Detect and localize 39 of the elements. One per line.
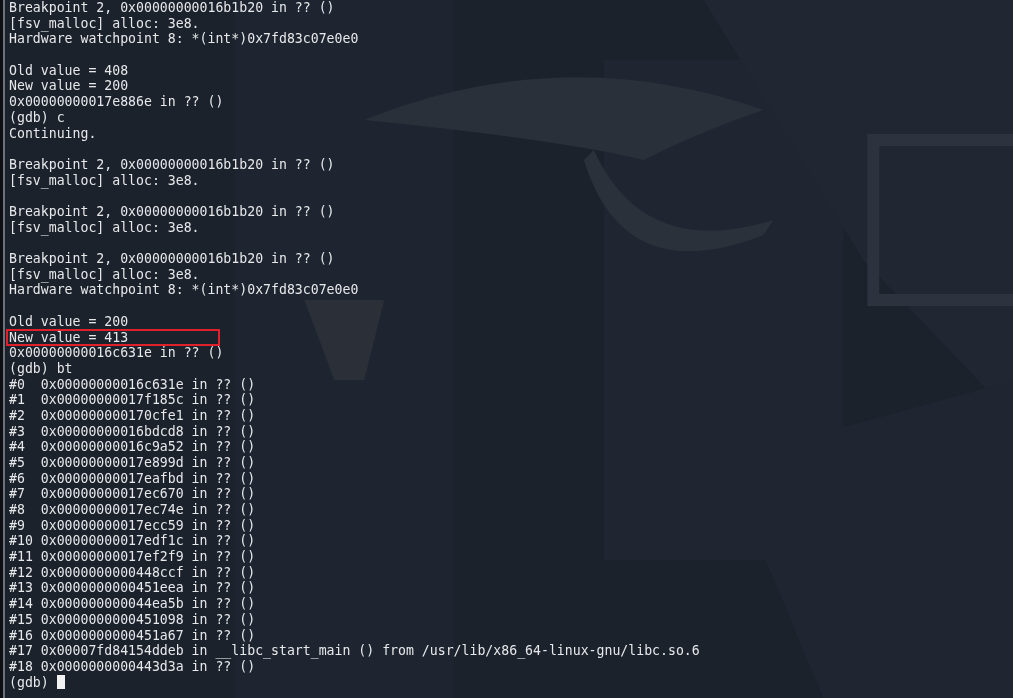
terminal-line: #1 0x00000000017f185c in ?? () <box>9 392 256 408</box>
terminal-line: Hardware watchpoint 8: *(int*)0x7fd83c07e0e0 <box>9 31 359 48</box>
terminal-line: #7 0x00000000017ec670 in ?? () <box>9 486 256 502</box>
terminal-line: Hardware watchpoint 8: *(int*)0x7fd83c07e0e0 <box>9 282 359 299</box>
terminal-line: #16 0x0000000000451a67 in ?? () <box>9 627 256 644</box>
terminal-line: #3 0x00000000016bdcd8 in ?? () <box>9 423 256 440</box>
terminal-line: #2 0x000000000170cfe1 in ?? () <box>9 407 256 424</box>
terminal-line: 0x00000000017e886e in ?? () <box>9 94 224 110</box>
terminal-line: Breakpoint 2, 0x00000000016b1b20 in ?? () <box>9 203 335 220</box>
terminal-line: [fsv_malloc] alloc: 3e8. <box>9 219 200 236</box>
command-prompt: (gdb) <box>9 674 49 691</box>
terminal-line: Continuing. <box>9 125 97 142</box>
terminal-line: [fsv_malloc] alloc: 3e8. <box>9 15 200 32</box>
terminal-line: #10 0x00000000017edf1c in ?? () <box>9 533 256 550</box>
terminal-line: #14 0x000000000044ea5b in ?? () <box>9 596 256 612</box>
terminal-line: Breakpoint 2, 0x00000000016b1b20 in ?? () <box>9 0 335 16</box>
terminal-line: #4 0x00000000016c9a52 in ?? () <box>9 439 256 455</box>
terminal-line: #9 0x00000000017ecc59 in ?? () <box>9 517 256 534</box>
terminal-line: Breakpoint 2, 0x00000000016b1b20 in ?? () <box>9 251 335 267</box>
terminal-line: #5 0x00000000017e899d in ?? () <box>9 454 256 471</box>
terminal-line: (gdb) bt <box>9 360 73 377</box>
terminal-line: #6 0x00000000017eafbd in ?? () <box>9 470 256 487</box>
terminal-line: #0 0x00000000016c631e in ?? () <box>9 376 256 393</box>
terminal-line: [fsv_malloc] alloc: 3e8. <box>9 266 200 283</box>
terminal-line: [fsv_malloc] alloc: 3e8. <box>9 172 200 189</box>
terminal-line: #15 0x0000000000451098 in ?? () <box>9 611 256 628</box>
terminal-line: #8 0x00000000017ec74e in ?? () <box>9 502 256 518</box>
terminal-line: New value = 200 <box>9 78 129 95</box>
cursor-icon <box>56 675 65 690</box>
terminal-line: #11 0x00000000017ef2f9 in ?? () <box>9 549 256 565</box>
terminal-line: #12 0x0000000000448ccf in ?? () <box>9 564 256 581</box>
terminal-line: Old value = 408 <box>9 62 129 79</box>
terminal-line: #18 0x0000000000443d3a in ?? () <box>9 658 256 675</box>
terminal-line: #13 0x0000000000451eea in ?? () <box>9 580 256 597</box>
terminal-line: #17 0x00007fd84154ddeb in __libc_start_main () from /usr/lib/x86_64-linux-gnu/libc.so.6 <box>9 643 700 659</box>
terminal-line: 0x00000000016c631e in ?? () <box>9 345 224 361</box>
terminal-line: (gdb) c <box>9 109 65 126</box>
terminal-line: Old value = 200 <box>9 313 129 330</box>
terminal-line: Breakpoint 2, 0x00000000016b1b20 in ?? () <box>9 156 335 173</box>
